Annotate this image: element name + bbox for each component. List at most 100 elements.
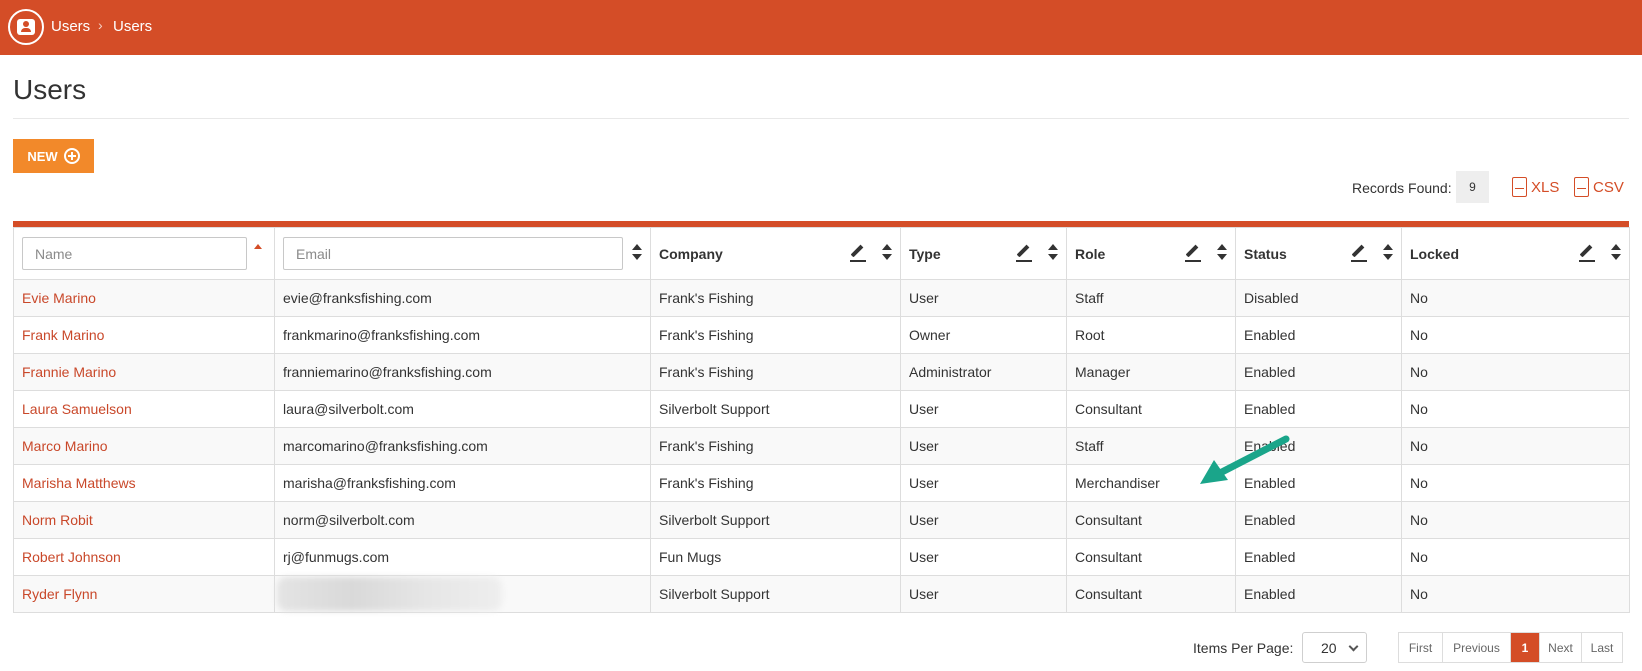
user-name-link[interactable]: Frank Marino [13,316,275,354]
export-csv-label: CSV [1593,178,1624,196]
table-header-row: Company Type Role Status Locked [13,227,1630,280]
items-per-page-select[interactable]: 20 [1302,632,1367,663]
page-previous-button[interactable]: Previous [1443,633,1511,662]
email-filter-input[interactable] [283,237,623,270]
table-row[interactable]: Robert Johnson rj@funmugs.com Fun Mugs U… [13,538,1630,576]
table-row[interactable]: Norm Robit norm@silverbolt.com Silverbol… [13,501,1630,539]
user-company: Frank's Fishing [650,316,901,354]
page-next-button[interactable]: Next [1540,633,1582,662]
user-name-link[interactable]: Evie Marino [13,279,275,317]
user-name-link[interactable]: Marco Marino [13,427,275,465]
user-badge-icon[interactable] [8,9,44,45]
table-row[interactable]: Frank Marino frankmarino@franksfishing.c… [13,316,1630,354]
user-type: User [900,390,1067,428]
user-company: Frank's Fishing [650,464,901,502]
user-name-link[interactable]: Laura Samuelson [13,390,275,428]
page-first-button[interactable]: First [1399,633,1443,662]
table-row[interactable]: Ryder Flynn Silverbolt Support User Cons… [13,575,1630,613]
header-company-label: Company [659,245,723,262]
export-csv-link[interactable]: CSV [1574,177,1624,197]
user-email: norm@silverbolt.com [274,501,651,539]
user-company: Frank's Fishing [650,427,901,465]
user-company: Fun Mugs [650,538,901,576]
header-role-label: Role [1075,245,1106,262]
breadcrumb-users-link[interactable]: Users [51,18,90,35]
user-type: Owner [900,316,1067,354]
sort-icon[interactable] [1217,244,1227,262]
user-locked: No [1401,501,1630,539]
top-bar: Users › Users [0,0,1642,55]
user-status: Enabled [1235,464,1402,502]
divider [13,118,1629,119]
pencil-icon[interactable] [850,245,866,262]
header-type-label: Type [909,245,941,262]
user-status: Enabled [1235,575,1402,613]
table-row[interactable]: Frannie Marino franniemarino@franksfishi… [13,353,1630,391]
user-status: Enabled [1235,390,1402,428]
user-role: Staff [1066,279,1236,317]
user-email: marisha@franksfishing.com [274,464,651,502]
pencil-icon[interactable] [1185,245,1201,262]
sort-icon[interactable] [1611,244,1621,262]
header-role[interactable]: Role [1066,227,1236,280]
user-role: Merchandiser [1066,464,1236,502]
header-type[interactable]: Type [900,227,1067,280]
table-row[interactable]: Evie Marino evie@franksfishing.com Frank… [13,279,1630,317]
user-locked: No [1401,538,1630,576]
page-last-button[interactable]: Last [1582,633,1622,662]
sort-icon[interactable] [632,244,642,262]
sort-icon[interactable] [1048,244,1058,262]
user-company: Silverbolt Support [650,390,901,428]
new-user-button[interactable]: NEW [13,139,94,173]
user-locked: No [1401,316,1630,354]
user-locked: No [1401,390,1630,428]
user-name-link[interactable]: Ryder Flynn [13,575,275,613]
user-locked: No [1401,427,1630,465]
header-locked[interactable]: Locked [1401,227,1630,280]
table-row[interactable]: Laura Samuelson laura@silverbolt.com Sil… [13,390,1630,428]
pencil-icon[interactable] [1351,245,1367,262]
user-company: Frank's Fishing [650,353,901,391]
user-status: Enabled [1235,538,1402,576]
user-type: User [900,464,1067,502]
table-row[interactable]: Marisha Matthews marisha@franksfishing.c… [13,464,1630,502]
user-email: franniemarino@franksfishing.com [274,353,651,391]
user-email: frankmarino@franksfishing.com [274,316,651,354]
user-email-redacted [274,575,651,613]
user-name-link[interactable]: Frannie Marino [13,353,275,391]
user-email: laura@silverbolt.com [274,390,651,428]
user-type: User [900,501,1067,539]
user-type: User [900,279,1067,317]
user-locked: No [1401,279,1630,317]
user-role: Consultant [1066,501,1236,539]
pencil-icon[interactable] [1016,245,1032,262]
user-name-link[interactable]: Norm Robit [13,501,275,539]
export-xls-link[interactable]: XLS [1512,177,1559,197]
name-filter-input[interactable] [22,237,247,270]
table-row[interactable]: Marco Marino marcomarino@franksfishing.c… [13,427,1630,465]
pencil-icon[interactable] [1579,245,1595,262]
page-1-button[interactable]: 1 [1511,633,1540,662]
user-status: Enabled [1235,501,1402,539]
user-status: Enabled [1235,353,1402,391]
user-company: Frank's Fishing [650,279,901,317]
export-xls-label: XLS [1531,178,1560,196]
header-status-label: Status [1244,245,1287,262]
plus-circle-icon [63,148,80,164]
new-button-label: NEW [27,148,58,164]
user-email: marcomarino@franksfishing.com [274,427,651,465]
sort-icon[interactable] [882,244,892,262]
header-name [13,227,275,280]
user-name-link[interactable]: Robert Johnson [13,538,275,576]
header-company[interactable]: Company [650,227,901,280]
header-status[interactable]: Status [1235,227,1402,280]
user-role: Consultant [1066,575,1236,613]
user-role: Consultant [1066,390,1236,428]
user-type: User [900,575,1067,613]
user-name-link[interactable]: Marisha Matthews [13,464,275,502]
user-locked: No [1401,575,1630,613]
sort-ascending-icon[interactable] [254,244,262,249]
sort-icon[interactable] [1383,244,1393,262]
user-company: Silverbolt Support [650,575,901,613]
user-role: Manager [1066,353,1236,391]
